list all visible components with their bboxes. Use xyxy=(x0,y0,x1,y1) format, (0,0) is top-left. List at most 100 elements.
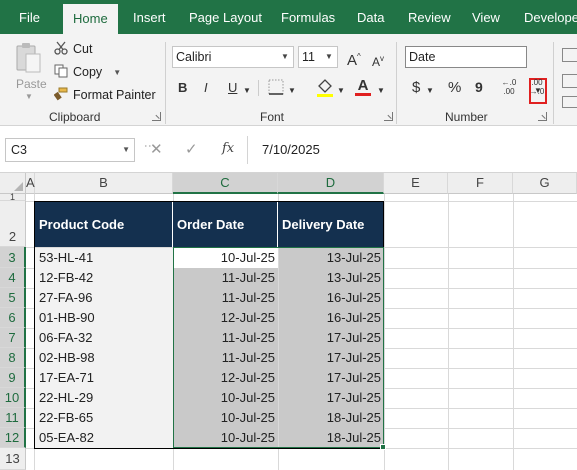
column-header-d[interactable]: D xyxy=(278,173,384,194)
italic-button[interactable]: I xyxy=(204,79,208,97)
tab-page-layout[interactable]: Page Layout xyxy=(189,0,262,34)
number-launcher-icon[interactable] xyxy=(538,112,547,121)
paste-chevron-down-icon[interactable]: ▼ xyxy=(25,92,33,101)
column-header-g[interactable]: G xyxy=(513,173,577,194)
percent-style-button[interactable]: % xyxy=(448,79,461,97)
header-cell-order-date[interactable]: Order Date xyxy=(173,202,278,247)
column-header-c[interactable]: C xyxy=(173,173,278,194)
format-painter-button[interactable]: Format Painter xyxy=(53,85,156,105)
delivery-date-cell[interactable]: 16-Jul-25 xyxy=(279,308,384,328)
cell-styles-icon[interactable] xyxy=(562,96,577,108)
chevron-down-icon[interactable]: ▼ xyxy=(277,47,293,67)
conditional-formatting-icon[interactable] xyxy=(562,48,577,62)
tab-formulas[interactable]: Formulas xyxy=(281,0,335,34)
delivery-date-cell[interactable]: 17-Jul-25 xyxy=(279,368,384,388)
delivery-date-cell[interactable]: 18-Jul-25 xyxy=(279,428,384,448)
order-date-cell[interactable]: 12-Jul-25 xyxy=(174,308,278,328)
order-date-cell[interactable]: 11-Jul-25 xyxy=(174,268,278,288)
row-header-1[interactable]: 1 xyxy=(0,193,26,202)
column-header-f[interactable]: F xyxy=(448,173,513,194)
paste-label[interactable]: Paste xyxy=(16,77,47,91)
fill-color-button[interactable] xyxy=(316,78,334,103)
comma-style-button[interactable]: 9 xyxy=(475,78,483,96)
column-header-a[interactable]: A xyxy=(26,173,35,194)
row-header-9[interactable]: 9 xyxy=(0,368,26,388)
formula-input[interactable]: 7/10/2025 xyxy=(262,142,320,157)
row-header-7[interactable]: 7 xyxy=(0,328,26,348)
order-date-cell[interactable]: 10-Jul-25 xyxy=(174,248,278,268)
product-code-cell[interactable]: 05-EA-82 xyxy=(35,428,173,448)
tab-insert[interactable]: Insert xyxy=(133,0,166,34)
row-header-3[interactable]: 3 xyxy=(0,247,26,268)
fill-handle[interactable] xyxy=(380,444,386,450)
product-code-cell[interactable]: 27-FA-96 xyxy=(35,288,173,308)
tab-data[interactable]: Data xyxy=(357,0,384,34)
order-date-cell[interactable]: 12-Jul-25 xyxy=(174,368,278,388)
order-date-cell[interactable]: 11-Jul-25 xyxy=(174,328,278,348)
font-name-combo[interactable]: Calibri ▼ xyxy=(172,46,294,68)
row-header-13[interactable]: 13 xyxy=(0,448,26,470)
product-code-cell[interactable]: 01-HB-90 xyxy=(35,308,173,328)
header-cell-delivery-date[interactable]: Delivery Date xyxy=(278,202,384,247)
tab-developer[interactable]: Developer xyxy=(524,0,577,34)
row-header-8[interactable]: 8 xyxy=(0,348,26,368)
delivery-date-cell[interactable]: 13-Jul-25 xyxy=(279,268,384,288)
copy-button[interactable]: Copy ▼ xyxy=(54,62,121,82)
chevron-down-icon[interactable]: ▼ xyxy=(122,139,130,161)
product-code-cell[interactable]: 06-FA-32 xyxy=(35,328,173,348)
tab-home[interactable]: Home xyxy=(63,4,118,34)
row-header-12[interactable]: 12 xyxy=(0,428,26,448)
cancel-icon[interactable]: ✕ xyxy=(150,140,163,158)
column-header-e[interactable]: E xyxy=(384,173,448,194)
fill-color-chevron-down-icon[interactable]: ▼ xyxy=(337,82,345,100)
row-header-4[interactable]: 4 xyxy=(0,268,26,288)
shrink-font-button[interactable]: Av xyxy=(372,50,384,71)
order-date-cell[interactable]: 10-Jul-25 xyxy=(174,428,278,448)
delivery-date-cell[interactable]: 13-Jul-25 xyxy=(279,248,384,268)
cut-button[interactable]: Cut xyxy=(54,39,92,59)
font-color-chevron-down-icon[interactable]: ▼ xyxy=(377,82,385,100)
enter-check-icon[interactable]: ✓ xyxy=(185,140,198,158)
order-date-cell[interactable]: 11-Jul-25 xyxy=(174,288,278,308)
delivery-date-cell[interactable]: 17-Jul-25 xyxy=(279,348,384,368)
decrease-decimal-button[interactable]: .00 →.0 xyxy=(528,78,546,96)
product-code-cell[interactable]: 22-HL-29 xyxy=(35,388,173,408)
product-code-cell[interactable]: 12-FB-42 xyxy=(35,268,173,288)
delivery-date-cell[interactable]: 17-Jul-25 xyxy=(279,388,384,408)
underline-button[interactable]: U xyxy=(228,79,237,97)
bold-button[interactable]: B xyxy=(178,79,187,97)
chevron-down-icon[interactable]: ▼ xyxy=(321,47,337,67)
column-header-b[interactable]: B xyxy=(35,173,173,194)
row-header-5[interactable]: 5 xyxy=(0,288,26,308)
delivery-date-cell[interactable]: 18-Jul-25 xyxy=(279,408,384,428)
borders-chevron-down-icon[interactable]: ▼ xyxy=(288,82,296,100)
clipboard-launcher-icon[interactable] xyxy=(152,112,161,121)
row-header-11[interactable]: 11 xyxy=(0,408,26,428)
accounting-chevron-down-icon[interactable]: ▼ xyxy=(426,82,434,100)
row-header-6[interactable]: 6 xyxy=(0,308,26,328)
product-code-cell[interactable]: 17-EA-71 xyxy=(35,368,173,388)
order-date-cell[interactable]: 10-Jul-25 xyxy=(174,388,278,408)
accounting-format-button[interactable]: $ xyxy=(412,79,420,97)
order-date-cell[interactable]: 11-Jul-25 xyxy=(174,348,278,368)
font-launcher-icon[interactable] xyxy=(384,112,393,121)
header-cell-product-code[interactable]: Product Code xyxy=(35,202,173,247)
number-format-combo[interactable]: Date xyxy=(405,46,527,68)
borders-button[interactable] xyxy=(268,79,284,100)
tab-view[interactable]: View xyxy=(472,0,500,34)
paste-icon[interactable] xyxy=(14,42,42,74)
increase-decimal-button[interactable]: ←.0 .00 xyxy=(500,78,518,96)
row-header-2[interactable]: 2 xyxy=(0,201,26,247)
order-date-cell[interactable]: 10-Jul-25 xyxy=(174,408,278,428)
product-code-cell[interactable]: 22-FB-65 xyxy=(35,408,173,428)
name-box[interactable]: C3 ▼ xyxy=(5,138,135,162)
select-all-button[interactable] xyxy=(0,173,26,194)
row-header-10[interactable]: 10 xyxy=(0,388,26,408)
underline-chevron-down-icon[interactable]: ▼ xyxy=(243,82,251,100)
product-code-cell[interactable]: 53-HL-41 xyxy=(35,248,173,268)
format-as-table-icon[interactable] xyxy=(562,74,577,88)
product-code-cell[interactable]: 02-HB-98 xyxy=(35,348,173,368)
copy-chevron-down-icon[interactable]: ▼ xyxy=(113,68,121,77)
insert-function-button[interactable]: fx xyxy=(222,141,234,156)
font-color-button[interactable]: A xyxy=(355,77,371,96)
